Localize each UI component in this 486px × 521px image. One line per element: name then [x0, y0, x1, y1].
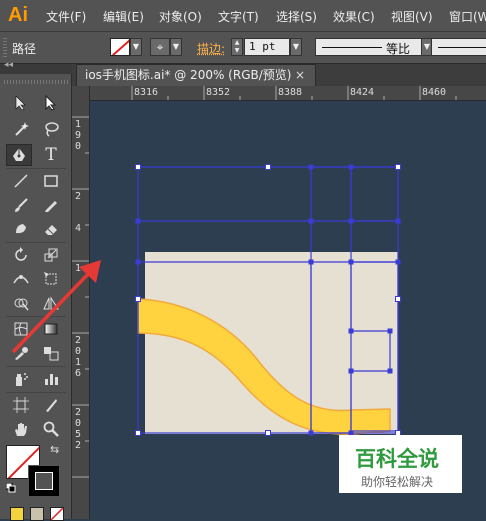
- tools-panel-header[interactable]: ◂◂: [0, 60, 72, 74]
- fill-dropdown-icon[interactable]: ▼: [130, 38, 142, 56]
- swap-fill-stroke-icon[interactable]: ⇆: [50, 443, 59, 456]
- profile-line-preview: [322, 47, 382, 48]
- stroke-label[interactable]: 描边:: [197, 40, 225, 57]
- hand-tool-icon[interactable]: [8, 418, 34, 440]
- column-graph-tool-icon[interactable]: [38, 368, 64, 390]
- close-tab-icon[interactable]: ×: [295, 65, 305, 85]
- ruler-top-label: 8424: [350, 87, 375, 98]
- scale-tool-icon[interactable]: [38, 244, 64, 266]
- stroke-color-box[interactable]: [28, 465, 60, 497]
- stroke-weight-field[interactable]: 1 pt: [244, 38, 290, 56]
- ruler-left-label: 190: [75, 119, 82, 152]
- watermark-subtitle: 助你轻松解决: [361, 475, 434, 489]
- watermark: 百科全说 助你轻松解决: [339, 435, 462, 493]
- watermark-title: 百科全说: [355, 447, 439, 471]
- menu-bar: Ai 文件(F) 编辑(E) 对象(O) 文字(T) 选择(S) 效果(C) 视…: [0, 0, 486, 32]
- app-logo: Ai: [8, 4, 28, 26]
- document-tab-strip: ios手机图标.ai* @ 200% (RGB/预览) ×: [72, 64, 486, 86]
- artboard-tool-icon[interactable]: [8, 394, 34, 416]
- magic-wand-tool-icon[interactable]: [8, 118, 34, 140]
- menu-object[interactable]: 对象(O): [159, 8, 202, 25]
- rectangle-tool-icon[interactable]: [38, 170, 64, 192]
- stroke-color-dropdown-icon[interactable]: ▼: [170, 38, 182, 56]
- menu-window[interactable]: 窗口(W: [449, 8, 486, 25]
- direct-selection-tool-icon[interactable]: [38, 92, 64, 114]
- menu-file[interactable]: 文件(F): [46, 8, 86, 25]
- selection-type-label: 路径: [12, 42, 37, 56]
- zoom-tool-icon[interactable]: [38, 418, 64, 440]
- ruler-top-label: 8316: [134, 87, 159, 98]
- free-transform-tool-icon[interactable]: [38, 268, 64, 290]
- pen-tool-icon[interactable]: [6, 144, 32, 166]
- brush-line-preview: [438, 47, 486, 48]
- ruler-top-label: 8460: [422, 87, 447, 98]
- fill-swatch[interactable]: [110, 38, 130, 56]
- selection-tool-icon[interactable]: [8, 92, 34, 114]
- paintbrush-tool-icon[interactable]: [8, 194, 34, 216]
- lasso-tool-icon[interactable]: [38, 118, 64, 140]
- horizontal-ruler[interactable]: 8316 8352 8388 8424 8460: [90, 86, 486, 101]
- vertical-ruler[interactable]: 190 2 4 1 2016 2052: [72, 101, 90, 519]
- brush-definition-select[interactable]: [431, 38, 486, 56]
- symbol-sprayer-tool-icon[interactable]: [8, 368, 34, 390]
- blend-tool-icon[interactable]: [38, 342, 64, 364]
- variable-width-profile-select[interactable]: 等比: [315, 38, 423, 56]
- document-tab-title: ios手机图标.ai* @ 200% (RGB/预览): [85, 68, 292, 82]
- menu-edit[interactable]: 编辑(E): [103, 8, 144, 25]
- mesh-tool-icon[interactable]: [8, 318, 34, 340]
- ruler-top-label: 8352: [206, 87, 231, 98]
- control-bar: 路径 ▼ ⌖ ▼ 描边: ▲ ▼ 1 pt ▼ 等比 ▼: [0, 32, 486, 64]
- vertical-ruler-ticks: [72, 116, 89, 478]
- ruler-left-label: 4: [75, 223, 82, 234]
- default-fill-stroke-icon[interactable]: [6, 483, 16, 493]
- control-bar-grip[interactable]: [3, 38, 7, 58]
- menu-effect[interactable]: 效果(C): [333, 8, 375, 25]
- ruler-origin[interactable]: [72, 86, 90, 101]
- ruler-left-label: 1: [75, 263, 82, 274]
- stroke-weight-dropdown-icon[interactable]: ▼: [290, 38, 302, 56]
- perspective-grid-tool-icon[interactable]: [38, 292, 64, 314]
- stroke-weight-stepper[interactable]: ▲ ▼: [231, 38, 243, 56]
- document-tab[interactable]: ios手机图标.ai* @ 200% (RGB/预览) ×: [76, 64, 316, 86]
- type-tool-icon[interactable]: T: [38, 144, 64, 166]
- ruler-left-label: 2016: [75, 335, 82, 379]
- profile-label: 等比: [386, 42, 411, 56]
- ruler-left-label: 2: [75, 191, 82, 202]
- eraser-tool-icon[interactable]: [38, 218, 64, 240]
- gradient-tool-icon[interactable]: [38, 318, 64, 340]
- slice-tool-icon[interactable]: [38, 394, 64, 416]
- eyedropper-tool-icon[interactable]: [8, 342, 34, 364]
- menu-view[interactable]: 视图(V): [391, 8, 433, 25]
- tools-panel-grip[interactable]: [4, 80, 68, 84]
- blob-brush-tool-icon[interactable]: [8, 218, 34, 240]
- ruler-left-label: 2052: [75, 407, 82, 451]
- width-tool-icon[interactable]: [8, 268, 34, 290]
- line-segment-tool-icon[interactable]: [8, 170, 34, 192]
- tools-panel: ◂◂ T ⇆: [0, 60, 72, 521]
- shape-builder-tool-icon[interactable]: [8, 292, 34, 314]
- stroke-target-icon[interactable]: ⌖: [150, 38, 170, 56]
- fill-stroke-widget: ⇆: [6, 443, 66, 497]
- pencil-tool-icon[interactable]: [38, 194, 64, 216]
- rotate-tool-icon[interactable]: [8, 244, 34, 266]
- ruler-top-label: 8388: [278, 87, 303, 98]
- menu-type[interactable]: 文字(T): [218, 8, 259, 25]
- menu-select[interactable]: 选择(S): [276, 8, 317, 25]
